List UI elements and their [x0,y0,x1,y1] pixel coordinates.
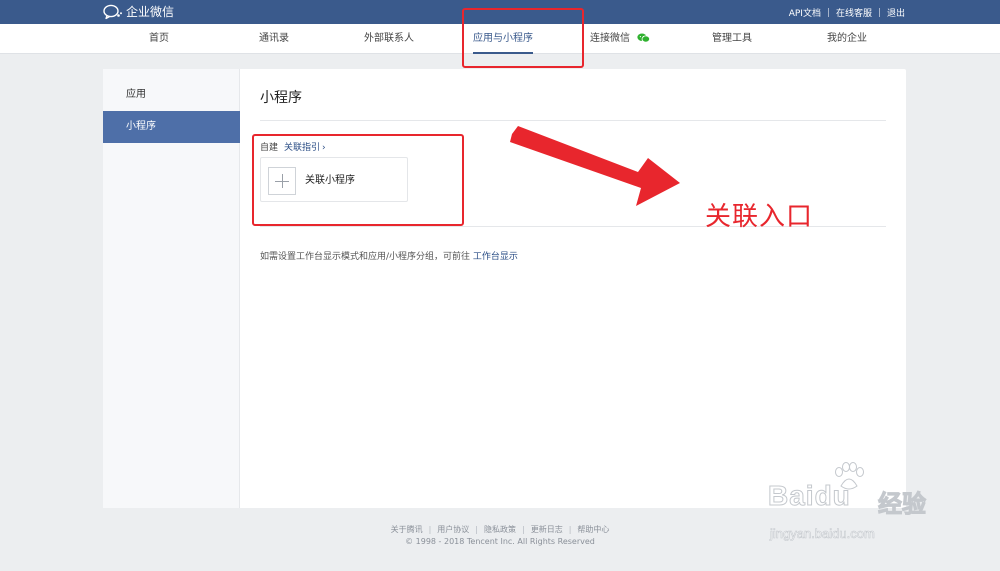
nav-connect-wechat-label: 连接微信 [590,33,630,44]
red-arrow-icon [510,126,680,206]
plus-icon [268,167,296,195]
footer-divider: | [428,525,432,534]
sidebar-item-miniprograms[interactable]: 小程序 [103,111,240,143]
title-divider [260,120,886,121]
footer-links: 关于腾讯 | 用户协议 | 隐私政策 | 更新日志 | 帮助中心 [0,524,1000,535]
annotation-label: 关联入口 [705,202,814,232]
wecom-chat-bubble-icon [103,4,122,20]
footer-link-about[interactable]: 关于腾讯 [391,525,423,534]
logout-link[interactable]: 退出 [887,6,905,19]
workbench-hint-text: 如需设置工作台显示模式和应用/小程序分组，可前往 [260,252,471,262]
footer-divider: | [568,525,572,534]
nav-management-tools[interactable]: 管理工具 [712,24,752,54]
nav-contacts[interactable]: 通讯录 [259,24,289,54]
online-support-link[interactable]: 在线客服 [836,6,872,19]
top-link-divider [878,7,880,17]
self-build-label: 自建 [260,143,279,153]
footer-divider: | [475,525,478,534]
nav-connect-wechat[interactable]: 连接微信 [590,24,651,54]
top-link-divider [827,7,829,17]
sidebar-item-apps[interactable]: 应用 [103,79,240,111]
self-build-row: 自建 关联指引 › [260,140,326,153]
footer-link-help[interactable]: 帮助中心 [577,525,609,534]
footer-divider: | [522,525,525,534]
api-docs-link[interactable]: API文档 [789,6,821,19]
footer-link-privacy[interactable]: 隐私政策 [484,525,516,534]
nav-apps-miniprograms-label: 应用与小程序 [473,33,533,44]
link-miniprogram-card[interactable]: 关联小程序 [260,157,408,202]
copyright: © 1998 - 2018 Tencent Inc. All Rights Re… [405,537,595,546]
wechat-icon [637,33,651,43]
logo-text: 企业微信 [126,5,175,19]
nav-external-contacts[interactable]: 外部联系人 [364,24,414,54]
footer-link-changelog[interactable]: 更新日志 [531,525,563,534]
nav-active-underline [473,52,533,54]
nav-home[interactable]: 首页 [149,24,169,54]
top-links: API文档 在线客服 退出 [789,0,905,24]
nav-my-enterprise[interactable]: 我的企业 [827,24,867,54]
sidebar: 应用 小程序 [103,69,240,508]
logo[interactable]: 企业微信 [103,3,174,21]
main-nav: 首页 通讯录 外部联系人 应用与小程序 连接微信 管理工具 我的企业 [0,24,1000,54]
chevron-right-icon: › [322,143,326,153]
workbench-hint: 如需设置工作台显示模式和应用/小程序分组，可前往 工作台显示 [260,249,518,262]
page-title: 小程序 [260,90,302,106]
top-header-bar: 企业微信 API文档 在线客服 退出 [0,0,1000,24]
workbench-display-link[interactable]: 工作台显示 [473,252,518,262]
nav-apps-miniprograms[interactable]: 应用与小程序 [473,24,533,54]
link-guide-link[interactable]: 关联指引 [284,143,320,153]
footer-link-terms[interactable]: 用户协议 [437,525,469,534]
link-miniprogram-label: 关联小程序 [305,175,355,186]
